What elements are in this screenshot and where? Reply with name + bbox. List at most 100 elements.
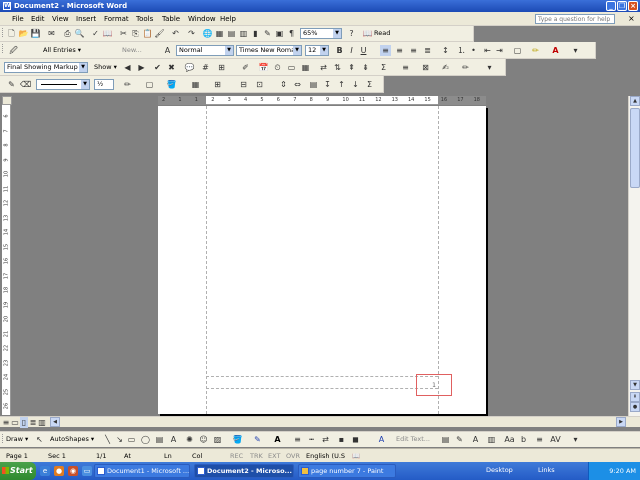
menu-format[interactable]: Format	[104, 15, 129, 23]
taskbar-item-paint[interactable]: page number 7 - Paint	[298, 464, 396, 478]
text-box-icon[interactable]: ▤	[154, 434, 165, 445]
insert-table-icon[interactable]: ▤	[226, 28, 237, 39]
status-rec[interactable]: REC	[230, 452, 243, 460]
redo-icon[interactable]: ↷	[186, 28, 197, 39]
chevron-down-icon[interactable]: ▼	[81, 80, 89, 89]
page-setup-icon[interactable]: ▭	[286, 62, 297, 73]
normal-view-icon[interactable]: ≡	[2, 417, 10, 428]
fill-color-icon[interactable]: 🪣	[232, 434, 243, 445]
shadow-style-icon[interactable]: ▪	[336, 434, 347, 445]
styles-icon[interactable]: A	[162, 45, 173, 56]
chevron-down-icon[interactable]: ▼	[293, 46, 301, 55]
font-select[interactable]: Times New Roman ▼	[236, 45, 302, 56]
toolbar-grip[interactable]	[2, 44, 4, 53]
word-app-icon[interactable]: W	[3, 2, 11, 10]
select-browse-object-icon[interactable]: ●	[630, 402, 640, 412]
web-layout-view-icon[interactable]: ▭	[11, 417, 19, 428]
select-objects-icon[interactable]: ↖	[34, 434, 45, 445]
ie-icon[interactable]: e	[40, 466, 50, 476]
firefox-icon[interactable]: ●	[54, 466, 64, 476]
line-spacing-icon[interactable]: ↕	[440, 45, 451, 56]
print-preview-icon[interactable]: 🔍	[74, 28, 85, 39]
autosum-icon[interactable]: Σ	[364, 79, 375, 90]
document-close-icon[interactable]: ×	[628, 14, 635, 23]
status-ovr[interactable]: OVR	[286, 452, 300, 460]
font-color-icon[interactable]: A	[550, 45, 561, 56]
close-header-footer-icon[interactable]: ⊠	[420, 62, 431, 73]
links-toolbar[interactable]: Links	[538, 466, 555, 474]
read-icon[interactable]: 📖	[362, 28, 373, 39]
previous-change-icon[interactable]: ◀	[122, 62, 133, 73]
highlight-icon[interactable]: ✏	[530, 45, 541, 56]
paste-icon[interactable]: 📋	[142, 28, 153, 39]
shading-color-icon[interactable]: 🪣	[166, 79, 177, 90]
vertical-ruler[interactable]: 6 7 8 9 10 11 12 13 14 15 16 17 18 19 20 21 22 23 24 25 26	[2, 105, 11, 415]
help-search-input[interactable]: Type a question for help	[535, 14, 615, 24]
show-next-icon[interactable]: ⇟	[360, 62, 371, 73]
chevron-down-icon[interactable]: ▼	[320, 46, 328, 55]
autoformat-icon[interactable]: ▤	[308, 79, 319, 90]
autotext-entries-select[interactable]: All Entries ▾	[22, 45, 100, 56]
format-wordart-icon[interactable]: ✎	[454, 434, 465, 445]
print-icon[interactable]: ⎙	[62, 28, 73, 39]
horizontal-scrollbar[interactable]: ≡ ▭ ▯ ≣ ▥ ◀ ▶	[0, 416, 640, 428]
desktop-toolbar[interactable]: Desktop	[486, 466, 513, 474]
scroll-up-icon[interactable]: ▲	[630, 96, 640, 106]
split-cells-icon[interactable]: ⊟	[238, 79, 249, 90]
outline-view-icon[interactable]: ≣	[29, 417, 37, 428]
change-text-direction-icon[interactable]: ↧	[322, 79, 333, 90]
menu-file[interactable]: File	[12, 15, 24, 23]
line-color-icon[interactable]: ✎	[252, 434, 263, 445]
font-color-icon[interactable]: A	[272, 434, 283, 445]
track-changes-icon[interactable]: Σ	[378, 62, 389, 73]
border-color-icon[interactable]: ✏	[122, 79, 133, 90]
menu-view[interactable]: View	[52, 15, 69, 23]
menu-insert[interactable]: Insert	[76, 15, 96, 23]
new-autotext-button[interactable]: New...	[122, 45, 142, 56]
switch-header-footer-icon[interactable]: ⇅	[332, 62, 343, 73]
vertical-text-icon[interactable]: b	[518, 434, 529, 445]
scroll-left-icon[interactable]: ◀	[50, 417, 60, 427]
insert-picture-icon[interactable]: ▨	[212, 434, 223, 445]
rectangle-icon[interactable]: ▭	[126, 434, 137, 445]
distribute-rows-icon[interactable]: ⇕	[278, 79, 289, 90]
menu-tools[interactable]: Tools	[136, 15, 153, 23]
insert-autotext-icon[interactable]: 🖉	[8, 45, 19, 56]
decrease-indent-icon[interactable]: ⇤	[482, 45, 493, 56]
chevron-down-icon[interactable]: ▼	[79, 63, 87, 72]
draw-table-icon[interactable]: ✎	[6, 79, 17, 90]
drawing-icon[interactable]: ✎	[262, 28, 273, 39]
insert-time-icon[interactable]: ⏲	[272, 62, 283, 73]
outside-border-icon[interactable]: ▢	[512, 45, 523, 56]
horizontal-ruler[interactable]: 2 1 1 2 3 4 5 6 7 8 9 10 11 12 13 14 15 16 17 18	[158, 96, 486, 105]
autoshapes-menu-button[interactable]: AutoShapes ▾	[50, 434, 94, 445]
status-language[interactable]: English (U.S	[306, 452, 345, 460]
highlighter-ink-icon[interactable]: ✏	[460, 62, 471, 73]
link-to-previous-icon[interactable]: ⇄	[318, 62, 329, 73]
page-number-field[interactable]: 1	[432, 382, 436, 389]
increase-indent-icon[interactable]: ⇥	[494, 45, 505, 56]
clip-art-icon[interactable]: ☺	[198, 434, 209, 445]
line-style-select[interactable]: ▼	[36, 79, 90, 90]
menu-edit[interactable]: Edit	[31, 15, 45, 23]
scroll-thumb[interactable]	[630, 108, 640, 188]
align-icon[interactable]: ⊡	[254, 79, 265, 90]
border-icon[interactable]: ▢	[144, 79, 155, 90]
copy-icon[interactable]: ⎘	[130, 28, 141, 39]
restore-icon[interactable]: ❐	[617, 1, 627, 11]
scroll-right-icon[interactable]: ▶	[616, 417, 626, 427]
same-letter-heights-icon[interactable]: Aa	[504, 434, 515, 445]
tables-borders-icon[interactable]: ▦	[214, 28, 225, 39]
dash-style-icon[interactable]: ┅	[306, 434, 317, 445]
chevron-down-icon[interactable]: ▼	[333, 29, 341, 38]
insert-table-icon[interactable]: ▦	[190, 79, 201, 90]
align-center-icon[interactable]: ≡	[394, 45, 405, 56]
bold-icon[interactable]: B	[334, 45, 345, 56]
research-icon[interactable]: 📖	[102, 28, 113, 39]
chevron-down-icon[interactable]: ▼	[225, 46, 233, 55]
draw-menu-button[interactable]: Draw ▾	[6, 434, 28, 445]
arrow-style-icon[interactable]: ⇄	[320, 434, 331, 445]
document-map-icon[interactable]: ▣	[274, 28, 285, 39]
undo-icon[interactable]: ↶	[170, 28, 181, 39]
help-icon[interactable]: ?	[346, 28, 357, 39]
